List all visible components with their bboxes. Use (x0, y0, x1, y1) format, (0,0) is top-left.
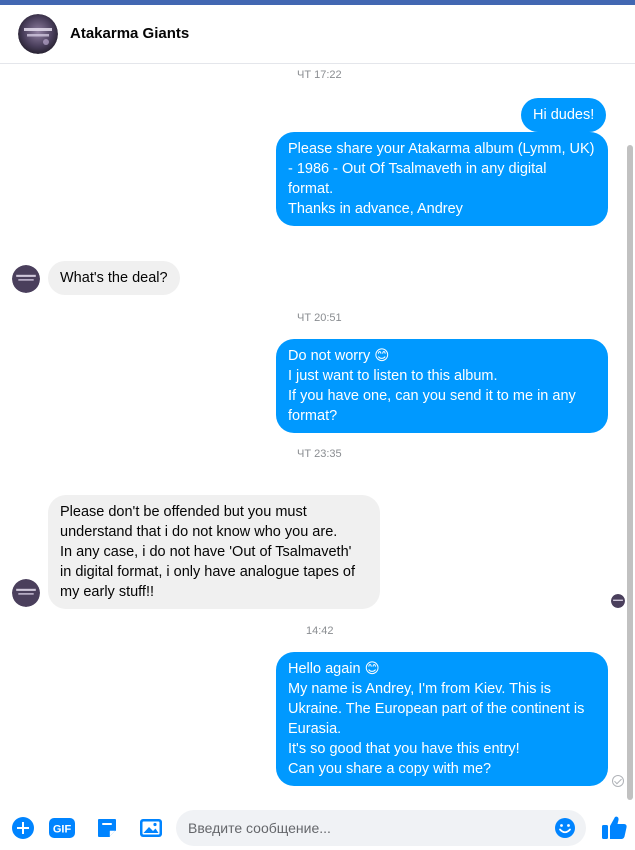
chat-header: Atakarma Giants (0, 5, 635, 64)
outgoing-message[interactable]: Do not worry 😊 I just want to listen to … (276, 339, 608, 433)
timestamp: ЧТ 23:35 (297, 448, 342, 460)
svg-text:GIF: GIF (53, 824, 72, 836)
gif-icon[interactable]: GIF (48, 816, 76, 840)
message-input[interactable] (188, 810, 548, 846)
sender-avatar[interactable] (12, 265, 40, 293)
conversation-title[interactable]: Atakarma Giants (70, 25, 189, 42)
sticker-icon[interactable] (95, 816, 119, 840)
incoming-message[interactable]: What's the deal? (48, 261, 180, 295)
outgoing-message[interactable]: Hello again 😊 My name is Andrey, I'm fro… (276, 652, 608, 786)
image-icon[interactable] (139, 816, 163, 840)
emoji-icon[interactable] (554, 817, 576, 839)
sent-check-icon (612, 775, 624, 787)
timestamp: ЧТ 20:51 (297, 312, 342, 324)
seen-indicator-avatar (611, 594, 625, 608)
message-list[interactable]: ЧТ 17:22 Hi dudes! Please share your Ata… (0, 65, 635, 795)
thumbs-up-icon[interactable] (600, 813, 628, 841)
sender-avatar[interactable] (12, 579, 40, 607)
message-composer: GIF (0, 800, 635, 850)
timestamp: 14:42 (306, 625, 334, 637)
outgoing-message[interactable]: Please share your Atakarma album (Lymm, … (276, 132, 608, 226)
outgoing-message[interactable]: Hi dudes! (521, 98, 607, 132)
timestamp: ЧТ 17:22 (297, 69, 342, 81)
plus-circle-icon[interactable] (11, 816, 35, 840)
incoming-message[interactable]: Please don't be offended but you must un… (48, 495, 380, 609)
message-input-wrapper[interactable] (176, 810, 586, 846)
conversation-avatar[interactable] (18, 14, 58, 54)
scrollbar[interactable] (627, 145, 633, 800)
